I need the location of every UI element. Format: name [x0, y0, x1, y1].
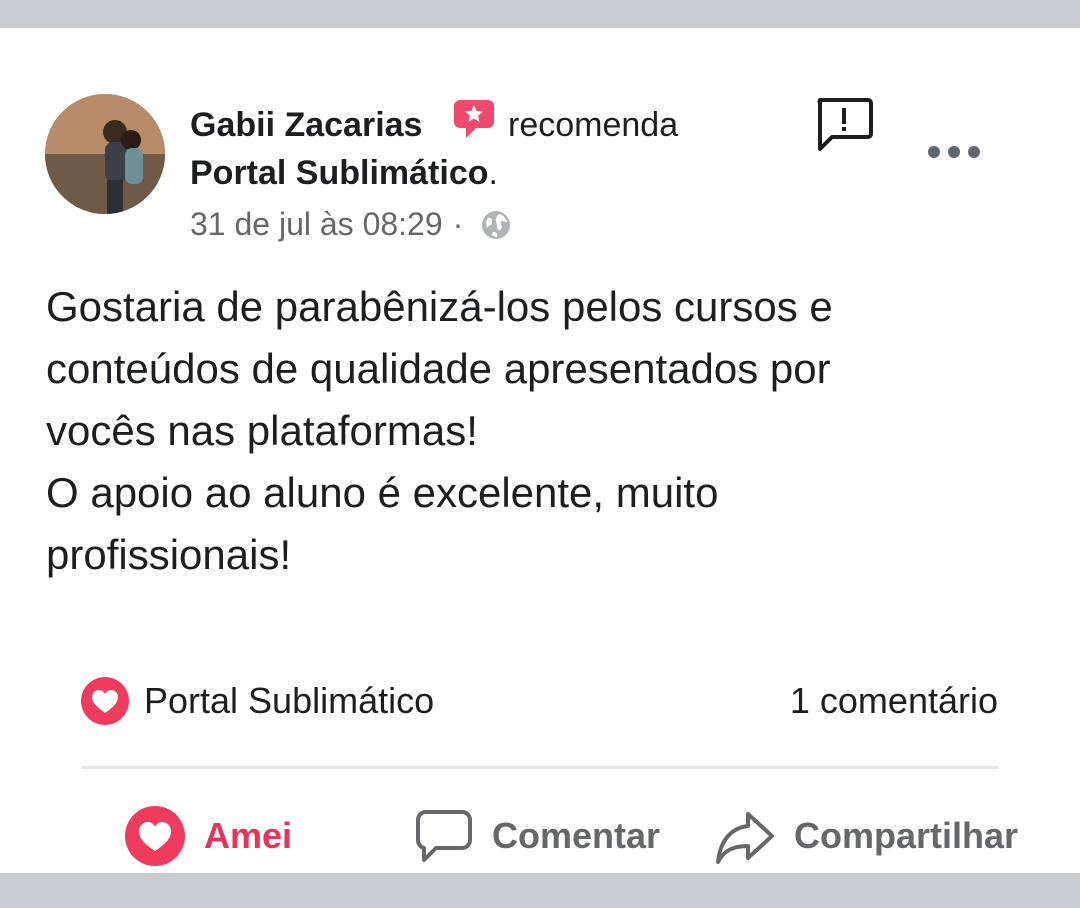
report-icon[interactable] — [814, 96, 874, 154]
reacted-by: Portal Sublimático — [144, 680, 435, 721]
page-name-link[interactable]: Portal Sublimático — [190, 154, 489, 192]
share-icon — [716, 812, 774, 864]
share-button[interactable]: Compartilhar — [714, 804, 1018, 868]
comment-label: Comentar — [492, 815, 661, 856]
post-body-line: Gostaria de parabênizá-los pelos cursos … — [46, 283, 833, 330]
comments-count[interactable]: 1 comentário — [790, 680, 998, 722]
divider — [81, 766, 999, 769]
love-button[interactable]: Amei — [124, 804, 292, 868]
meta-separator: · — [452, 206, 464, 242]
heart-icon — [81, 677, 129, 725]
post-body-line: vocês nas plataformas! — [46, 407, 478, 454]
recommendation-icon — [454, 100, 494, 138]
post-body: Gostaria de parabênizá-los pelos cursos … — [46, 276, 1026, 586]
author-name[interactable]: Gabii Zacarias — [190, 106, 422, 145]
reactions-summary[interactable]: Portal Sublimático — [80, 676, 434, 726]
page-suffix: . — [488, 154, 498, 192]
recommended-page: Portal Sublimático. — [190, 154, 498, 193]
post-body-line: O apoio ao aluno é excelente, muito — [46, 469, 719, 516]
post-card: Gabii Zacarias recomenda Portal Sublimát… — [0, 28, 1080, 873]
love-label: Amei — [204, 815, 293, 856]
post-body-line: conteúdos de qualidade apresentados por — [46, 345, 831, 392]
heart-icon — [125, 806, 185, 866]
comment-icon — [416, 810, 472, 862]
post-meta: 31 de jul às 08:29 · — [190, 206, 513, 243]
share-label: Compartilhar — [794, 815, 1019, 856]
globe-icon — [482, 210, 511, 239]
comment-button[interactable]: Comentar — [414, 804, 660, 868]
timestamp[interactable]: 31 de jul às 08:29 — [190, 206, 443, 243]
avatar[interactable] — [45, 94, 165, 214]
recommends-label: recomenda — [508, 106, 679, 144]
more-options-icon[interactable] — [924, 140, 984, 164]
post-body-line: profissionais! — [46, 531, 292, 578]
avatar-photo — [45, 94, 165, 214]
